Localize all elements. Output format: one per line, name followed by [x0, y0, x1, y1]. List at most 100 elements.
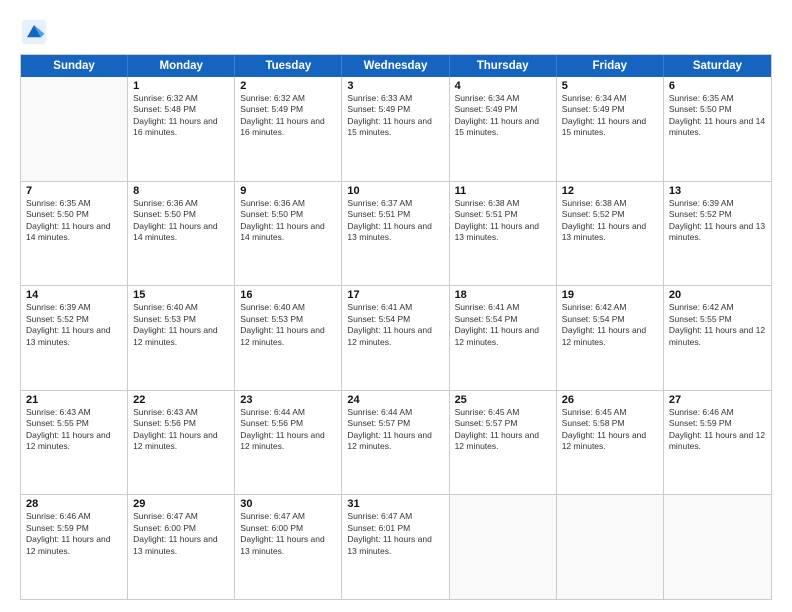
day-info: Sunrise: 6:41 AM Sunset: 5:54 PM Dayligh…: [455, 302, 551, 348]
day-cell-22: 22 Sunrise: 6:43 AM Sunset: 5:56 PM Dayl…: [128, 391, 235, 495]
empty-cell: [21, 77, 128, 181]
day-header-wednesday: Wednesday: [342, 55, 449, 77]
day-number: 20: [669, 289, 766, 301]
sunset: Sunset: 5:52 PM: [669, 209, 766, 220]
daylight: Daylight: 11 hours and 12 minutes.: [669, 325, 766, 348]
calendar-week-4: 21 Sunrise: 6:43 AM Sunset: 5:55 PM Dayl…: [21, 390, 771, 495]
daylight: Daylight: 11 hours and 12 minutes.: [26, 534, 122, 557]
day-cell-10: 10 Sunrise: 6:37 AM Sunset: 5:51 PM Dayl…: [342, 182, 449, 286]
day-number: 4: [455, 80, 551, 92]
day-cell-25: 25 Sunrise: 6:45 AM Sunset: 5:57 PM Dayl…: [450, 391, 557, 495]
day-info: Sunrise: 6:45 AM Sunset: 5:57 PM Dayligh…: [455, 407, 551, 453]
sunrise: Sunrise: 6:34 AM: [455, 93, 551, 104]
sunrise: Sunrise: 6:32 AM: [240, 93, 336, 104]
day-cell-18: 18 Sunrise: 6:41 AM Sunset: 5:54 PM Dayl…: [450, 286, 557, 390]
sunrise: Sunrise: 6:47 AM: [240, 511, 336, 522]
sunset: Sunset: 5:50 PM: [669, 104, 766, 115]
day-number: 1: [133, 80, 229, 92]
daylight: Daylight: 11 hours and 15 minutes.: [347, 116, 443, 139]
day-cell-27: 27 Sunrise: 6:46 AM Sunset: 5:59 PM Dayl…: [664, 391, 771, 495]
day-info: Sunrise: 6:32 AM Sunset: 5:49 PM Dayligh…: [240, 93, 336, 139]
daylight: Daylight: 11 hours and 12 minutes.: [133, 430, 229, 453]
day-info: Sunrise: 6:41 AM Sunset: 5:54 PM Dayligh…: [347, 302, 443, 348]
empty-cell: [664, 495, 771, 599]
page: SundayMondayTuesdayWednesdayThursdayFrid…: [0, 0, 792, 612]
sunrise: Sunrise: 6:41 AM: [455, 302, 551, 313]
sunset: Sunset: 5:49 PM: [455, 104, 551, 115]
sunset: Sunset: 5:53 PM: [133, 314, 229, 325]
day-cell-26: 26 Sunrise: 6:45 AM Sunset: 5:58 PM Dayl…: [557, 391, 664, 495]
day-number: 28: [26, 498, 122, 510]
calendar-header: SundayMondayTuesdayWednesdayThursdayFrid…: [21, 55, 771, 77]
sunset: Sunset: 5:49 PM: [347, 104, 443, 115]
sunrise: Sunrise: 6:32 AM: [133, 93, 229, 104]
sunrise: Sunrise: 6:42 AM: [669, 302, 766, 313]
sunset: Sunset: 5:48 PM: [133, 104, 229, 115]
sunrise: Sunrise: 6:35 AM: [26, 198, 122, 209]
day-info: Sunrise: 6:35 AM Sunset: 5:50 PM Dayligh…: [669, 93, 766, 139]
day-cell-7: 7 Sunrise: 6:35 AM Sunset: 5:50 PM Dayli…: [21, 182, 128, 286]
day-number: 14: [26, 289, 122, 301]
sunset: Sunset: 5:54 PM: [562, 314, 658, 325]
sunrise: Sunrise: 6:43 AM: [133, 407, 229, 418]
day-number: 9: [240, 185, 336, 197]
sunset: Sunset: 5:50 PM: [133, 209, 229, 220]
day-cell-30: 30 Sunrise: 6:47 AM Sunset: 6:00 PM Dayl…: [235, 495, 342, 599]
sunset: Sunset: 5:50 PM: [26, 209, 122, 220]
daylight: Daylight: 11 hours and 13 minutes.: [133, 534, 229, 557]
day-info: Sunrise: 6:38 AM Sunset: 5:52 PM Dayligh…: [562, 198, 658, 244]
daylight: Daylight: 11 hours and 13 minutes.: [455, 221, 551, 244]
calendar-week-1: 1 Sunrise: 6:32 AM Sunset: 5:48 PM Dayli…: [21, 77, 771, 181]
daylight: Daylight: 11 hours and 12 minutes.: [240, 430, 336, 453]
sunset: Sunset: 5:52 PM: [562, 209, 658, 220]
day-cell-9: 9 Sunrise: 6:36 AM Sunset: 5:50 PM Dayli…: [235, 182, 342, 286]
day-number: 31: [347, 498, 443, 510]
day-number: 16: [240, 289, 336, 301]
day-number: 3: [347, 80, 443, 92]
daylight: Daylight: 11 hours and 12 minutes.: [562, 325, 658, 348]
day-number: 26: [562, 394, 658, 406]
sunset: Sunset: 5:54 PM: [347, 314, 443, 325]
day-number: 23: [240, 394, 336, 406]
sunset: Sunset: 5:56 PM: [133, 418, 229, 429]
day-header-monday: Monday: [128, 55, 235, 77]
day-number: 12: [562, 185, 658, 197]
sunset: Sunset: 6:00 PM: [133, 523, 229, 534]
daylight: Daylight: 11 hours and 12 minutes.: [133, 325, 229, 348]
daylight: Daylight: 11 hours and 13 minutes.: [669, 221, 766, 244]
daylight: Daylight: 11 hours and 12 minutes.: [26, 430, 122, 453]
day-number: 19: [562, 289, 658, 301]
day-number: 11: [455, 185, 551, 197]
day-header-sunday: Sunday: [21, 55, 128, 77]
day-info: Sunrise: 6:45 AM Sunset: 5:58 PM Dayligh…: [562, 407, 658, 453]
day-header-tuesday: Tuesday: [235, 55, 342, 77]
sunset: Sunset: 5:56 PM: [240, 418, 336, 429]
day-info: Sunrise: 6:44 AM Sunset: 5:57 PM Dayligh…: [347, 407, 443, 453]
sunrise: Sunrise: 6:46 AM: [26, 511, 122, 522]
day-info: Sunrise: 6:47 AM Sunset: 6:01 PM Dayligh…: [347, 511, 443, 557]
daylight: Daylight: 11 hours and 12 minutes.: [347, 325, 443, 348]
day-number: 18: [455, 289, 551, 301]
sunrise: Sunrise: 6:41 AM: [347, 302, 443, 313]
day-number: 30: [240, 498, 336, 510]
day-cell-17: 17 Sunrise: 6:41 AM Sunset: 5:54 PM Dayl…: [342, 286, 449, 390]
sunrise: Sunrise: 6:38 AM: [562, 198, 658, 209]
daylight: Daylight: 11 hours and 13 minutes.: [347, 221, 443, 244]
sunrise: Sunrise: 6:47 AM: [133, 511, 229, 522]
sunrise: Sunrise: 6:34 AM: [562, 93, 658, 104]
sunset: Sunset: 5:55 PM: [26, 418, 122, 429]
daylight: Daylight: 11 hours and 15 minutes.: [455, 116, 551, 139]
sunrise: Sunrise: 6:45 AM: [562, 407, 658, 418]
sunrise: Sunrise: 6:45 AM: [455, 407, 551, 418]
sunset: Sunset: 6:01 PM: [347, 523, 443, 534]
day-cell-3: 3 Sunrise: 6:33 AM Sunset: 5:49 PM Dayli…: [342, 77, 449, 181]
sunrise: Sunrise: 6:46 AM: [669, 407, 766, 418]
day-number: 7: [26, 185, 122, 197]
sunrise: Sunrise: 6:43 AM: [26, 407, 122, 418]
sunrise: Sunrise: 6:36 AM: [133, 198, 229, 209]
sunset: Sunset: 5:57 PM: [347, 418, 443, 429]
daylight: Daylight: 11 hours and 16 minutes.: [133, 116, 229, 139]
sunset: Sunset: 5:59 PM: [669, 418, 766, 429]
header: [20, 18, 772, 46]
sunset: Sunset: 5:54 PM: [455, 314, 551, 325]
